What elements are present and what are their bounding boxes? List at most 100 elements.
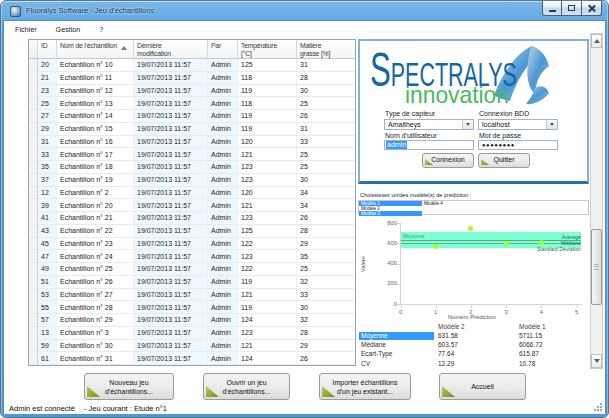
- connexion-button[interactable]: Connexion: [422, 153, 474, 168]
- row-stub[interactable]: [29, 250, 38, 263]
- row-stub[interactable]: [29, 161, 38, 174]
- samples-table-body: 20Echantillon n° 1019/07/2013 11:57Admin…: [29, 59, 355, 365]
- vertical-scrollbar[interactable]: [590, 33, 603, 369]
- row-stub[interactable]: [29, 327, 38, 340]
- table-row[interactable]: 25Echantillon n° 1319/07/2013 11:57Admin…: [29, 97, 355, 110]
- row-stub[interactable]: [29, 352, 38, 365]
- column-header[interactable]: Dernièremodification: [134, 40, 208, 59]
- mean-label-left: Moyenne: [403, 233, 463, 240]
- menu-item-fichier[interactable]: Fichier: [9, 23, 43, 36]
- table-row[interactable]: 43Echantillon n° 2219/07/2013 11:57Admin…: [29, 225, 355, 238]
- maximize-button[interactable]: [562, 1, 582, 16]
- stats-row[interactable]: Médiane603.576066.72: [359, 340, 589, 349]
- cell: 19/07/2013 11:57: [134, 340, 208, 353]
- menu-item-?[interactable]: ?: [93, 23, 109, 36]
- cell: 30: [297, 174, 355, 187]
- row-stub[interactable]: [29, 110, 38, 123]
- title-bar[interactable]: Fluoralys Software - Jeu d'échantillons: [1, 1, 608, 21]
- column-header[interactable]: Par: [208, 40, 238, 59]
- sensor-type-select[interactable]: Amaltheys: [384, 119, 474, 130]
- table-row[interactable]: 47Echantillon n° 2419/07/2013 11:57Admin…: [29, 250, 355, 263]
- row-stub[interactable]: [29, 72, 38, 85]
- menu-item-gestion[interactable]: Gestion: [50, 23, 87, 36]
- column-header[interactable]: ID: [38, 40, 57, 59]
- x-tick-label: 2: [465, 309, 477, 316]
- table-row[interactable]: 59Echantillon n° 3019/07/2013 11:57Admin…: [29, 340, 355, 353]
- row-stub[interactable]: [29, 199, 38, 212]
- row-stub[interactable]: [29, 314, 38, 327]
- db-connection-label: Connexion BDD: [479, 110, 529, 117]
- cell: 32: [297, 314, 355, 327]
- table-row[interactable]: 53Echantillon n° 2719/07/2013 11:57Admin…: [29, 289, 355, 302]
- cell: 45: [38, 238, 57, 251]
- minimize-button[interactable]: [542, 1, 562, 16]
- scroll-down-button[interactable]: [591, 354, 602, 368]
- row-stub[interactable]: [29, 174, 38, 187]
- db-connection-select[interactable]: localhost: [478, 119, 558, 130]
- stats-row[interactable]: CV12.2910.78: [359, 359, 589, 368]
- scrollbar-thumb[interactable]: [591, 229, 602, 305]
- column-header[interactable]: Nom de l'échantillon: [57, 40, 134, 59]
- table-row[interactable]: 45Echantillon n° 2319/07/2013 11:57Admin…: [29, 238, 355, 251]
- row-stub[interactable]: [29, 212, 38, 225]
- model-listbox[interactable]: Modèle 1Modèle 2Modèle 3Modèle 4: [358, 200, 589, 215]
- row-stub[interactable]: [29, 238, 38, 251]
- stats-row[interactable]: Moyenne631.585711.15: [359, 331, 589, 340]
- scroll-up-button[interactable]: [591, 34, 602, 48]
- row-stub[interactable]: [29, 225, 38, 238]
- model-option[interactable]: Modèle 4: [422, 201, 485, 206]
- model-option[interactable]: Modèle 3: [359, 211, 422, 216]
- row-stub[interactable]: [29, 148, 38, 161]
- username-input[interactable]: admin: [384, 140, 474, 150]
- table-row[interactable]: 21Echantillon n° 1119/07/2013 11:57Admin…: [29, 72, 355, 85]
- table-row[interactable]: 31Echantillon n° 1619/07/2013 11:57Admin…: [29, 136, 355, 149]
- row-stub[interactable]: [29, 136, 38, 149]
- stats-row[interactable]: Ecart-Type77.64615.87: [359, 349, 589, 358]
- table-row[interactable]: 29Echantillon n° 1519/07/2013 11:57Admin…: [29, 123, 355, 136]
- table-row[interactable]: 37Echantillon n° 1919/07/2013 11:57Admin…: [29, 174, 355, 187]
- resize-grip-icon[interactable]: [593, 402, 603, 412]
- table-row[interactable]: 41Echantillon n° 2119/07/2013 11:57Admin…: [29, 212, 355, 225]
- row-stub[interactable]: [29, 276, 38, 289]
- home-button[interactable]: Accueil: [439, 373, 526, 400]
- row-stub[interactable]: [29, 187, 38, 200]
- cell: Echantillon n° 20: [57, 199, 134, 212]
- close-button[interactable]: [582, 1, 602, 16]
- table-row[interactable]: 33Echantillon n° 1719/07/2013 11:57Admin…: [29, 148, 355, 161]
- open-set-button[interactable]: Ouvrir un jeu d'échantillons...: [203, 373, 290, 400]
- table-row[interactable]: 23Echantillon n° 1219/07/2013 11:57Admin…: [29, 85, 355, 98]
- row-stub[interactable]: [29, 289, 38, 302]
- table-row[interactable]: 13Echantillon n° 319/07/2013 11:57Admin1…: [29, 327, 355, 340]
- table-row[interactable]: 35Echantillon n° 1819/07/2013 11:57Admin…: [29, 161, 355, 174]
- column-header[interactable]: Matièregrasse [%]: [297, 40, 355, 59]
- row-stub[interactable]: [29, 85, 38, 98]
- new-set-button[interactable]: Nouveau jeu d'échantillons...: [84, 373, 174, 400]
- cell: 20: [38, 59, 57, 72]
- brand-subtitle: innovation: [405, 83, 509, 107]
- table-row[interactable]: 39Echantillon n° 2019/07/2013 11:57Admin…: [29, 199, 355, 212]
- row-stub[interactable]: [29, 263, 38, 276]
- password-input[interactable]: ●●●●●●●●: [478, 140, 558, 150]
- table-row[interactable]: 12Echantillon n° 219/07/2013 11:57Admin1…: [29, 187, 355, 200]
- cell: 119: [238, 123, 297, 136]
- table-row[interactable]: 61Echantillon n° 3119/07/2013 11:57Admin…: [29, 352, 355, 365]
- stats-table: Modèle 2Modèle 1Moyenne631.585711.15Médi…: [359, 322, 589, 368]
- row-stub[interactable]: [29, 301, 38, 314]
- table-row[interactable]: 55Echantillon n° 2819/07/2013 11:57Admin…: [29, 301, 355, 314]
- row-stub[interactable]: [29, 59, 38, 72]
- stats-value: 77.64: [438, 350, 519, 357]
- import-samples-button[interactable]: Importer échantillons d'un jeu existant.…: [319, 373, 411, 400]
- row-stub[interactable]: [29, 123, 38, 136]
- table-row[interactable]: 57Echantillon n° 2919/07/2013 11:57Admin…: [29, 314, 355, 327]
- quitter-button[interactable]: Quitter: [478, 153, 530, 168]
- db-dropdown-icon[interactable]: [546, 120, 557, 129]
- column-header[interactable]: Température[°C]: [238, 40, 297, 59]
- table-row[interactable]: 20Echantillon n° 1019/07/2013 11:57Admin…: [29, 59, 355, 72]
- table-row[interactable]: 27Echantillon n° 1419/07/2013 11:57Admin…: [29, 110, 355, 123]
- table-row[interactable]: 49Echantillon n° 2519/07/2013 11:57Admin…: [29, 263, 355, 276]
- row-stub[interactable]: [29, 97, 38, 110]
- row-stub[interactable]: [29, 340, 38, 353]
- table-row[interactable]: 51Echantillon n° 2619/07/2013 11:57Admin…: [29, 276, 355, 289]
- sensor-dropdown-icon[interactable]: [462, 120, 473, 129]
- samples-table[interactable]: IDNom de l'échantillonDernièremodificati…: [28, 39, 356, 366]
